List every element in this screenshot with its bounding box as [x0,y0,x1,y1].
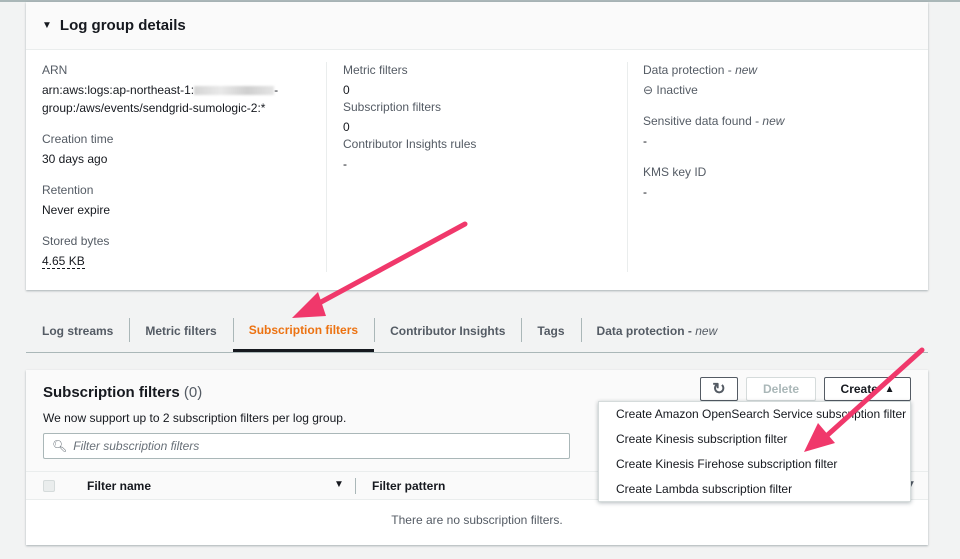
search-input[interactable]: 🔍︎ Filter subscription filters [43,433,570,459]
tab-subscription-filters[interactable]: Subscription filters [232,310,375,352]
col-filter-name[interactable]: Filter name [87,479,151,493]
retention-label: Retention [42,183,94,197]
dp-value: ⊖ Inactive [643,83,698,97]
tab-log-streams[interactable]: Log streams [26,310,129,352]
creation-label: Creation time [42,132,114,146]
kms-value: - [643,185,647,199]
kms-label: KMS key ID [643,165,707,179]
select-all-checkbox[interactable] [43,480,55,492]
caret-up-icon: ▲ [884,383,895,395]
inactive-icon: ⊖ [643,83,654,97]
menu-item-opensearch[interactable]: Create Amazon OpenSearch Service subscri… [599,405,910,430]
menu-item-firehose[interactable]: Create Kinesis Firehose subscription fil… [599,455,910,480]
metric-value: 0 [343,83,350,97]
subs-title: Subscription filters (0) [43,384,203,401]
sort-down-icon[interactable]: ▼ [334,479,344,490]
creation-value: 30 days ago [42,152,108,166]
tab-bar: Log streams Metric filters Subscription … [26,310,928,353]
ci-label: Contributor Insights rules [343,137,477,151]
create-dropdown-menu: Create Amazon OpenSearch Service subscri… [598,401,911,502]
col-filter-pattern[interactable]: Filter pattern [372,479,445,493]
menu-item-lambda[interactable]: Create Lambda subscription filter [599,480,910,505]
sens-label: Sensitive data found - new [643,114,785,128]
subs-label: Subscription filters [343,100,442,114]
tab-data-protection[interactable]: Data protection - new [580,310,734,352]
arn-label: ARN [42,63,68,77]
metric-label: Metric filters [343,63,408,77]
details-title: Log group details [59,17,186,34]
subs-description: We now support up to 2 subscription filt… [43,411,347,425]
subs-value: 0 [343,120,350,134]
create-button[interactable]: Create ▲ [824,377,911,401]
tab-metric-filters[interactable]: Metric filters [129,310,232,352]
column-divider [355,478,356,494]
retention-value: Never expire [42,203,111,217]
stored-value[interactable]: 4.65 KB [42,254,85,269]
sens-value: - [643,134,647,148]
dp-label: Data protection - new [643,63,758,77]
delete-button[interactable]: Delete [746,377,816,401]
menu-item-kinesis[interactable]: Create Kinesis subscription filter [599,430,910,455]
refresh-button[interactable]: ↻ [700,377,738,401]
divider [326,62,327,272]
divider [627,62,628,272]
redacted-account [194,86,275,96]
log-group-details-panel: ▼ Log group details ARN arn:aws:logs:ap-n… [26,2,928,290]
search-icon: 🔍︎ [52,439,68,453]
ci-value: - [343,157,347,171]
tab-tags[interactable]: Tags [521,310,580,352]
tab-contributor-insights[interactable]: Contributor Insights [374,310,521,352]
details-header[interactable]: ▼ Log group details [26,2,928,50]
arn-value: arn:aws:logs:ap-northeast-1: - group:/aws/… [42,83,279,115]
caret-down-icon[interactable]: ▼ [42,20,52,31]
stored-label: Stored bytes [42,234,110,248]
